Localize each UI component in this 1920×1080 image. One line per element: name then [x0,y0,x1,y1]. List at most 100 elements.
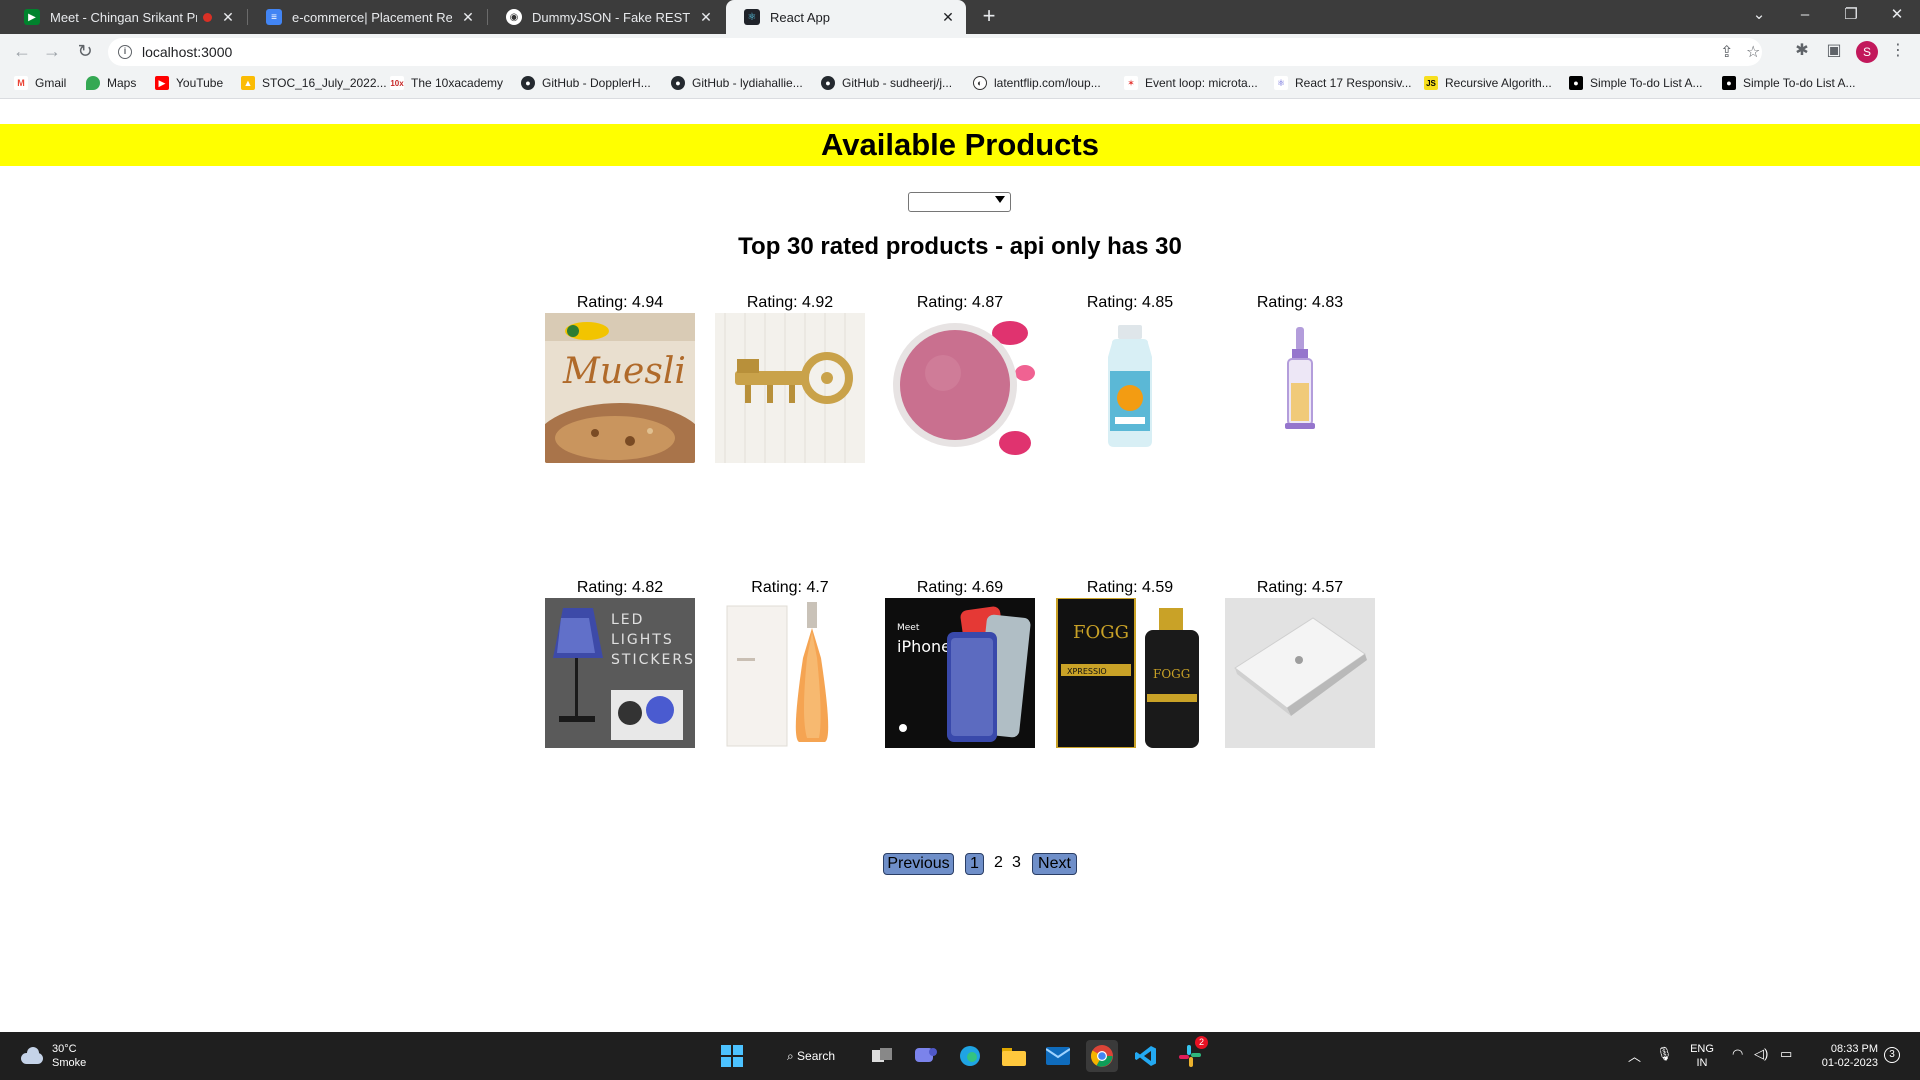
bookmark-10xacademy[interactable]: 10x The 10xacademy [390,76,503,90]
tab-meet[interactable]: ▶ Meet - Chingan Srikant Prakash ✕ [6,0,246,34]
close-tab-icon[interactable]: ✕ [460,9,476,26]
chrome-icon[interactable] [1086,1040,1118,1072]
svg-text:FOGG: FOGG [1153,667,1190,681]
site-info-icon[interactable]: i [118,45,132,59]
bookmark-gmail[interactable]: M Gmail [14,76,66,90]
weather-widget[interactable]: 30°C Smoke [18,1042,86,1070]
product-card[interactable]: Rating: 4.69 Meet iPhone 9 [885,579,1035,748]
product-rating: Rating: 4.57 [1256,579,1344,596]
bookmark-todo-2[interactable]: ● Simple To-do List A... [1722,76,1856,90]
product-card[interactable]: Rating: 4.82 LED LIGHTS STICKERS [545,579,695,748]
extensions-icon[interactable]: ✱ [1790,39,1814,63]
task-view-icon[interactable] [866,1040,898,1072]
bookmark-star-icon[interactable]: ☆ [1746,42,1760,62]
product-image-muesli[interactable]: Muesli [545,313,695,463]
js-icon: JS [1424,76,1438,90]
product-card[interactable]: Rating: 4.94 Muesli [545,294,695,463]
close-window-button[interactable]: ✕ [1874,0,1920,34]
menu-kebab-icon[interactable]: ⋮ [1886,39,1910,63]
product-rating: Rating: 4.85 [1086,294,1174,311]
svg-text:LED: LED [611,612,644,628]
bookmark-github-doppler[interactable]: ● GitHub - DopplerH... [521,76,651,90]
restore-button[interactable]: ❐ [1828,0,1874,34]
product-image-led-stickers[interactable]: LED LIGHTS STICKERS [545,598,695,748]
product-image-fogg[interactable]: FOGG XPRESSIO FOGG [1055,598,1205,748]
sort-select[interactable] [908,192,1011,212]
browser-tabstrip: ▶ Meet - Chingan Srikant Prakash ✕ ≡ e-c… [0,0,1920,34]
volume-icon[interactable]: ◁) [1754,1046,1768,1062]
close-tab-icon[interactable]: ✕ [220,9,236,26]
product-card[interactable]: Rating: 4.57 [1225,579,1375,748]
product-image-serum[interactable] [1225,313,1375,463]
teams-chat-icon[interactable] [910,1040,942,1072]
product-image-essence[interactable] [1055,313,1205,463]
vscode-icon[interactable] [1130,1040,1162,1072]
page-3-link[interactable]: 3 [1012,854,1021,872]
side-panel-icon[interactable]: ▣ [1822,39,1846,63]
product-card[interactable]: Rating: 4.92 [715,294,865,463]
globe-icon: ◐ [973,76,987,90]
bookmark-todo-1[interactable]: ● Simple To-do List A... [1569,76,1703,90]
bookmark-recursive[interactable]: JS Recursive Algorith... [1424,76,1552,90]
tab-search-icon[interactable]: ⌄ [1736,0,1782,34]
product-rating: Rating: 4.87 [916,294,1004,311]
clock-time: 08:33 PM [1830,1043,1878,1055]
taskbar-search-button[interactable]: ⌕ Search [768,1040,854,1072]
new-tab-button[interactable]: + [976,4,1002,30]
page-2-link[interactable]: 2 [994,854,1003,872]
product-image-iphone9[interactable]: Meet iPhone 9 [885,598,1035,748]
product-card[interactable]: Rating: 4.7 [715,579,865,748]
url-text: localhost:3000 [142,44,233,60]
mail-icon[interactable] [1042,1040,1074,1072]
slack-icon[interactable]: 2 [1174,1036,1208,1072]
reload-button[interactable]: ↻ [73,40,97,64]
bookmark-youtube[interactable]: ▶ YouTube [155,76,223,90]
taskbar: 30°C Smoke ⌕ Search 2 ︿ 🎙 ENG IN ◠ ◁) ▭ … [0,1032,1920,1080]
edge-icon[interactable] [954,1040,986,1072]
products-subtitle: Top 30 rated products - api only has 30 [738,233,1182,260]
back-button[interactable]: ← [10,40,34,64]
close-tab-icon[interactable]: ✕ [940,9,956,26]
tab-ecommerce-doc[interactable]: ≡ e-commerce| Placement Readiness ✕ [248,0,486,34]
product-image-powder[interactable] [885,313,1035,463]
page-1-button[interactable]: 1 [965,853,984,875]
file-explorer-icon[interactable] [998,1040,1030,1072]
product-image-perfume[interactable] [715,598,865,748]
product-image-key-holder[interactable] [715,313,865,463]
language-indicator[interactable]: ENG IN [1682,1042,1722,1070]
svg-text:XPRESSIO: XPRESSIO [1067,667,1107,676]
bookmark-latentflip[interactable]: ◐ latentflip.com/loup... [973,76,1101,90]
tab-dummyjson[interactable]: ◉ DummyJSON - Fake REST API of JSON ✕ [488,0,724,34]
product-card[interactable]: Rating: 4.85 [1055,294,1205,463]
bookmark-event-loop[interactable]: ✶ Event loop: microta... [1124,76,1258,90]
show-hidden-icons-chevron-icon[interactable]: ︿ [1628,1046,1641,1065]
svg-text:LIGHTS: LIGHTS [611,632,674,648]
product-card[interactable]: Rating: 4.59 FOGG XPRESSIO FOGG [1055,579,1205,748]
share-icon[interactable]: ⇪ [1720,42,1733,62]
product-card[interactable]: Rating: 4.87 [885,294,1035,463]
notification-center-badge[interactable]: 3 [1884,1047,1900,1063]
minimize-button[interactable]: – [1782,0,1828,34]
windows-start-icon[interactable] [716,1040,748,1072]
close-tab-icon[interactable]: ✕ [698,9,714,26]
microphone-icon[interactable]: 🎙 [1656,1046,1673,1062]
profile-avatar[interactable]: S [1856,41,1878,63]
address-bar[interactable]: i localhost:3000 ⇪ ☆ [108,38,1762,66]
clock[interactable]: 08:33 PM 01-02-2023 [1806,1042,1878,1070]
forward-button[interactable]: → [40,40,64,64]
previous-button[interactable]: Previous [883,853,954,875]
bookmark-maps[interactable]: Maps [86,76,136,90]
wifi-icon[interactable]: ◠ [1732,1046,1743,1062]
bookmark-react17[interactable]: ⚛ React 17 Responsiv... [1274,76,1412,90]
bookmark-github-sudheerj[interactable]: ● GitHub - sudheerj/j... [821,76,952,90]
bookmark-github-lydia[interactable]: ● GitHub - lydiahallie... [671,76,803,90]
svg-text:Meet: Meet [897,623,920,633]
battery-icon[interactable]: ▭ [1780,1046,1792,1062]
bookmark-stoc[interactable]: ▲ STOC_16_July_2022... [241,76,387,90]
product-card[interactable]: Rating: 4.83 [1225,294,1375,463]
next-button[interactable]: Next [1032,853,1077,875]
google-drive-icon: ▲ [241,76,255,90]
tab-react-app[interactable]: ⚛ React App ✕ [726,0,966,34]
product-image-laptop[interactable] [1225,598,1375,748]
10x-icon: 10x [390,76,404,90]
